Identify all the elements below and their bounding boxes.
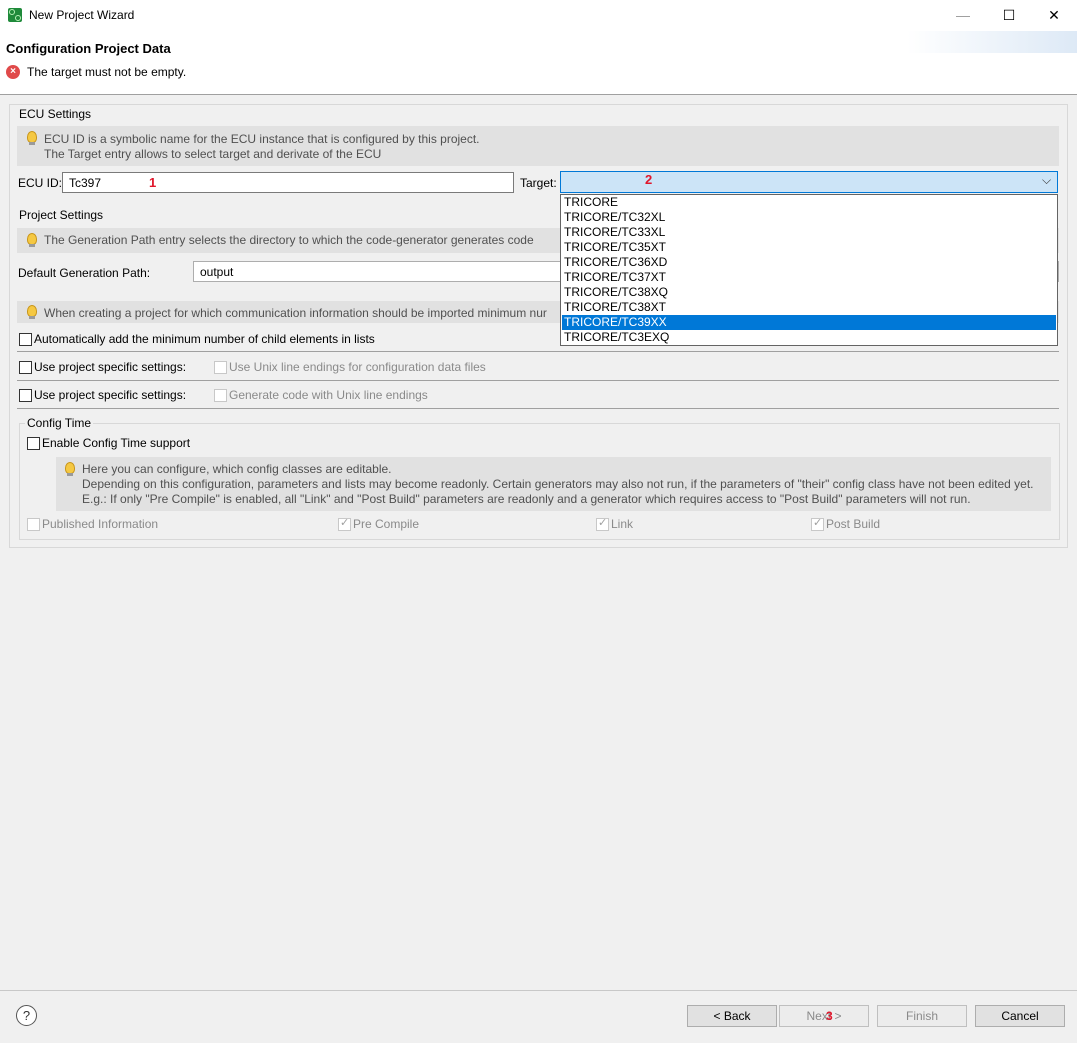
annotation-marker-1: 1	[149, 175, 157, 190]
pre-compile-checkbox[interactable]	[338, 516, 351, 531]
next-button[interactable]: Next >	[779, 1005, 869, 1027]
unix-code-checkbox[interactable]	[214, 389, 227, 402]
specific-settings-checkbox-2[interactable]	[19, 389, 32, 402]
config-time-hint-line3: E.g.: If only "Pre Compile" is enabled, …	[82, 492, 971, 506]
target-option[interactable]: TRICORE/TC36XD	[562, 255, 1056, 270]
link-checkbox[interactable]	[596, 516, 609, 531]
target-option[interactable]: TRICORE/TC38XT	[562, 300, 1056, 315]
target-option[interactable]: TRICORE	[562, 195, 1056, 210]
minimize-button[interactable]: —	[940, 0, 986, 31]
config-time-hint-line2: Depending on this configuration, paramet…	[82, 477, 1034, 491]
enable-config-time-checkbox[interactable]	[27, 437, 40, 450]
title-bar	[0, 0, 1077, 31]
lightbulb-icon	[27, 305, 37, 319]
target-option[interactable]: TRICORE/TC37XT	[562, 270, 1056, 285]
ecu-id-label: ECU ID:	[18, 176, 63, 190]
unix-code-label: Generate code with Unix line endings	[229, 388, 428, 402]
enable-config-time-label: Enable Config Time support	[42, 436, 191, 450]
specific-settings-label-2: Use project specific settings:	[34, 388, 187, 402]
divider	[17, 351, 1059, 352]
footer-divider	[0, 990, 1077, 991]
config-time-label: Config Time	[25, 416, 94, 430]
unix-config-label: Use Unix line endings for configuration …	[229, 360, 486, 374]
annotation-marker-2: 2	[645, 172, 653, 187]
target-dropdown[interactable]	[560, 171, 1058, 193]
target-dropdown-list[interactable]: TRICORE TRICORE/TC32XL TRICORE/TC33XL TR…	[560, 194, 1058, 346]
target-option[interactable]: TRICORE/TC33XL	[562, 225, 1056, 240]
divider	[17, 408, 1059, 409]
gen-path-hint: The Generation Path entry selects the di…	[44, 233, 534, 247]
auto-add-checkbox[interactable]	[19, 333, 32, 346]
pre-compile-label: Pre Compile	[353, 517, 420, 531]
finish-button[interactable]: Finish	[877, 1005, 967, 1027]
banner-decoration	[907, 31, 1077, 53]
target-label: Target:	[520, 176, 557, 190]
target-option-selected[interactable]: TRICORE/TC39XX	[562, 315, 1056, 330]
app-icon	[8, 8, 22, 22]
specific-settings-label-1: Use project specific settings:	[34, 360, 187, 374]
config-time-hint-line1: Here you can configure, which config cla…	[82, 462, 392, 476]
lightbulb-icon	[65, 462, 75, 476]
import-hint: When creating a project for which commun…	[44, 306, 547, 320]
target-option[interactable]: TRICORE/TC38XQ	[562, 285, 1056, 300]
back-button[interactable]: < Back	[687, 1005, 777, 1027]
unix-config-checkbox[interactable]	[214, 361, 227, 374]
gen-path-label: Default Generation Path:	[18, 266, 151, 280]
project-settings-label: Project Settings	[17, 208, 106, 222]
link-label: Link	[611, 517, 634, 531]
error-message: The target must not be empty.	[27, 65, 187, 79]
published-info-label: Published Information	[42, 517, 159, 531]
divider	[17, 380, 1059, 381]
target-option[interactable]: TRICORE/TC35XT	[562, 240, 1056, 255]
ecu-id-input[interactable]: Tc397	[62, 172, 514, 193]
ecu-settings-label: ECU Settings	[17, 107, 94, 121]
published-info-checkbox[interactable]	[27, 518, 40, 531]
annotation-marker-3: 3	[826, 1009, 833, 1023]
target-option[interactable]: TRICORE/TC3EXQ	[562, 330, 1056, 345]
window-title: New Project Wizard	[29, 8, 135, 22]
ecu-hint-line1: ECU ID is a symbolic name for the ECU in…	[44, 132, 480, 146]
chevron-down-icon[interactable]: ⌵	[1042, 173, 1051, 188]
post-build-checkbox[interactable]	[811, 516, 824, 531]
target-option[interactable]: TRICORE/TC32XL	[562, 210, 1056, 225]
maximize-button[interactable]: ☐	[986, 0, 1032, 31]
lightbulb-icon	[27, 233, 37, 247]
page-title: Configuration Project Data	[6, 41, 171, 56]
lightbulb-icon	[27, 131, 37, 145]
auto-add-label: Automatically add the minimum number of …	[34, 332, 375, 346]
ecu-hint-line2: The Target entry allows to select target…	[44, 147, 382, 161]
post-build-label: Post Build	[826, 517, 881, 531]
help-icon[interactable]: ?	[16, 1005, 37, 1026]
specific-settings-checkbox-1[interactable]	[19, 361, 32, 374]
close-button[interactable]: ✕	[1031, 0, 1077, 31]
error-icon: ×	[6, 65, 20, 79]
cancel-button[interactable]: Cancel	[975, 1005, 1065, 1027]
